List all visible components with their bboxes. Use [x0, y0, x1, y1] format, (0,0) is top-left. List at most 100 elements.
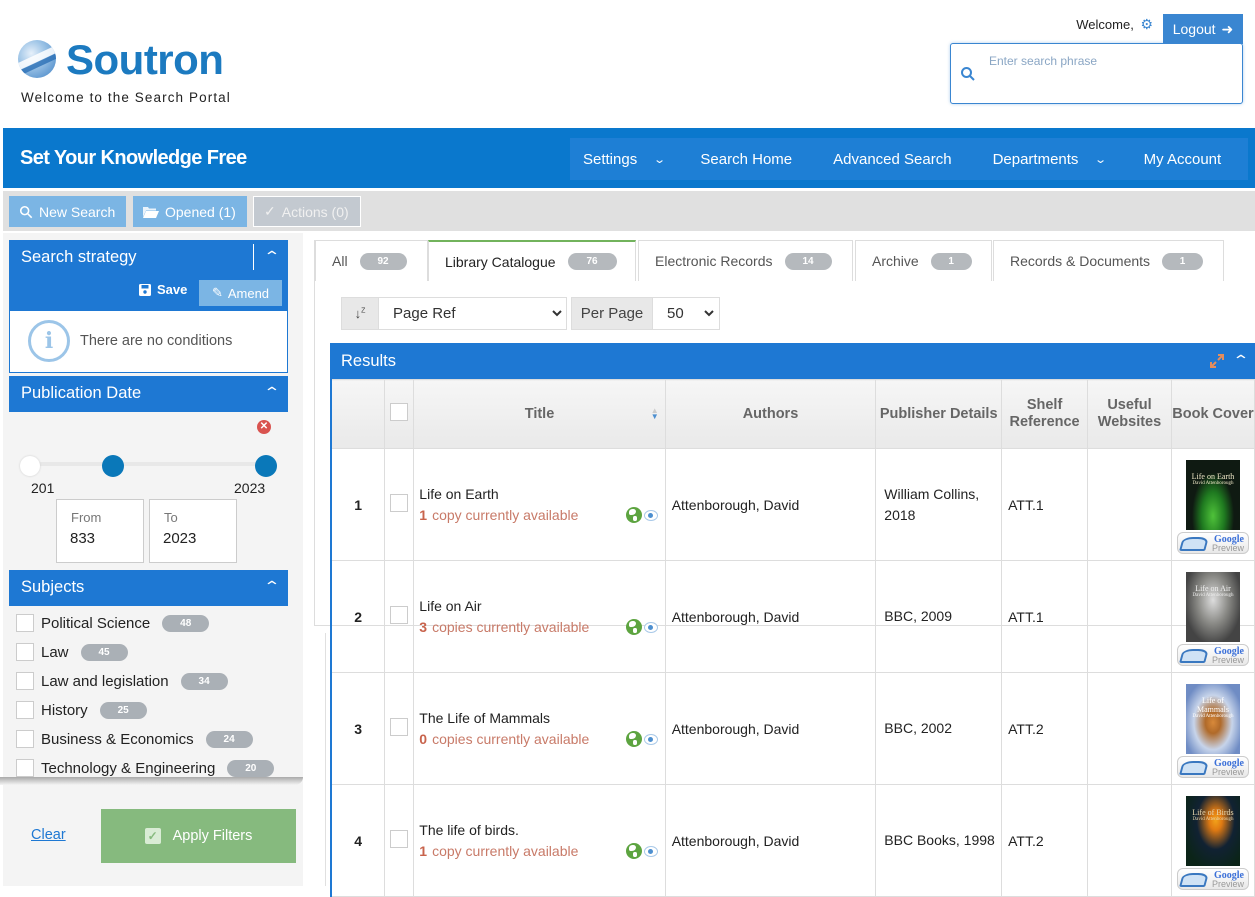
nav-item-search-home[interactable]: Search Home	[700, 151, 792, 168]
logout-button[interactable]: Logout ➜	[1163, 14, 1243, 44]
subject-item[interactable]: Political Science 48	[16, 613, 210, 633]
gear-icon[interactable]: ⚙	[1140, 16, 1153, 32]
count-badge: 25	[99, 701, 147, 719]
count-badge: 34	[180, 672, 228, 690]
date-range-slider[interactable]	[24, 462, 267, 466]
new-search-button[interactable]: New Search	[9, 196, 126, 227]
chevron-up-icon[interactable]: ⌃	[263, 578, 281, 595]
slider-from-handle[interactable]	[102, 455, 124, 477]
checkbox[interactable]	[16, 614, 34, 632]
nav-item-my-account[interactable]: My Account	[1144, 151, 1222, 168]
chevron-up-icon[interactable]: ⌃	[263, 384, 281, 401]
subject-item[interactable]: Technology & Engineering 20	[16, 758, 275, 778]
nav-item-departments[interactable]: Departments ⌄	[993, 151, 1108, 168]
record-title-link[interactable]: Life on Air	[419, 598, 664, 614]
to-field[interactable]: To	[149, 499, 237, 563]
slider-min-handle[interactable]	[20, 456, 40, 476]
row-checkbox[interactable]	[390, 494, 409, 512]
nav-item-settings[interactable]: Settings ⌄	[583, 151, 666, 168]
search-icon	[961, 67, 975, 81]
book-cover-image[interactable]: Life of Birds David Attenborough	[1185, 795, 1240, 866]
sort-icon[interactable]: ▲ ▼	[651, 407, 659, 421]
save-button[interactable]: Save	[139, 282, 187, 297]
sort-select[interactable]: Page Ref	[379, 298, 565, 329]
subject-item[interactable]: Business & Economics 24	[16, 729, 253, 749]
expand-icon[interactable]	[1209, 353, 1225, 369]
chevron-up-icon[interactable]: ⌃	[1232, 352, 1250, 369]
google-preview-button[interactable]: Google Preview	[1176, 867, 1249, 890]
row-checkbox[interactable]	[390, 606, 409, 624]
col-shelf-reference[interactable]: Shelf Reference	[1001, 379, 1089, 449]
globe-icon[interactable]	[625, 843, 642, 859]
sort-field-select[interactable]: Page Ref	[378, 297, 567, 330]
select-all-checkbox[interactable]	[390, 402, 409, 421]
book-cover-image[interactable]: Life of Mammals David Attenborough	[1185, 683, 1240, 754]
col-title[interactable]: Title ▲ ▼	[413, 379, 666, 449]
table-row[interactable]: 1 Life on Earth 1 copy currently availabl…	[330, 448, 1255, 561]
availability-text: copy currently available	[432, 843, 579, 859]
globe-icon[interactable]	[625, 731, 642, 747]
clear-filters-link[interactable]: Clear	[31, 827, 66, 843]
eye-icon[interactable]	[643, 733, 658, 745]
eye-icon[interactable]	[643, 509, 658, 521]
record-title-link[interactable]: The life of birds.	[419, 822, 664, 838]
record-title-link[interactable]: Life on Earth	[419, 486, 664, 502]
tab-archive[interactable]: Archive 1	[855, 240, 992, 281]
col-publisher[interactable]: Publisher Details	[875, 379, 1003, 449]
globe-icon[interactable]	[625, 619, 642, 635]
to-label: To	[164, 510, 178, 525]
eye-icon[interactable]	[643, 845, 658, 857]
globe-icon[interactable]	[625, 507, 642, 523]
tab-library-catalogue[interactable]: Library Catalogue 76	[428, 240, 636, 281]
per-page-dropdown[interactable]: 50	[653, 298, 717, 329]
eye-icon[interactable]	[643, 621, 658, 633]
checkbox[interactable]	[16, 672, 34, 690]
subject-item[interactable]: Law 45	[16, 642, 128, 662]
google-preview-button[interactable]: Google Preview	[1176, 531, 1249, 554]
checkbox[interactable]	[16, 759, 34, 777]
publication-date-header[interactable]: Publication Date ⌃	[9, 376, 288, 412]
col-authors[interactable]: Authors	[664, 379, 877, 449]
checkbox[interactable]	[16, 730, 34, 748]
book-cover-image[interactable]: Life on Air David Attenborough	[1185, 571, 1240, 642]
nav-item-advanced-search[interactable]: Advanced Search	[833, 151, 951, 168]
search-box[interactable]	[950, 43, 1243, 104]
apply-filters-button[interactable]: ✓ Apply Filters	[101, 809, 296, 863]
slider-to-handle[interactable]	[255, 455, 277, 477]
row-checkbox[interactable]	[390, 718, 409, 736]
row-checkbox[interactable]	[390, 830, 409, 848]
tab-records-documents[interactable]: Records & Documents 1	[993, 240, 1224, 281]
from-input[interactable]	[70, 530, 134, 547]
copies-count: 1	[419, 507, 428, 523]
table-row[interactable]: 4 The life of birds. 1 copy currently ava…	[330, 784, 1255, 897]
col-useful-websites[interactable]: Useful Websites	[1087, 379, 1172, 449]
checkbox[interactable]	[16, 701, 34, 719]
search-strategy-header[interactable]: Search strategy ⌃	[9, 240, 288, 276]
sort-direction-button[interactable]: ↓Z	[341, 297, 379, 330]
from-field[interactable]: From	[56, 499, 144, 563]
checkbox[interactable]	[16, 643, 34, 661]
subject-item[interactable]: History 25	[16, 700, 147, 720]
per-page-select[interactable]: 50	[652, 297, 720, 330]
chevron-up-icon[interactable]: ⌃	[263, 248, 281, 265]
to-input[interactable]	[163, 530, 227, 547]
table-row[interactable]: 3 The Life of Mammals 0 copies currently …	[330, 672, 1255, 785]
record-title-link[interactable]: The Life of Mammals	[419, 710, 664, 726]
google-preview-button[interactable]: Google Preview	[1176, 643, 1249, 666]
soutron-logo[interactable]: Soutron Welcome to the Search Portal	[18, 36, 258, 110]
copies-count: 0	[419, 731, 428, 747]
google-preview-button[interactable]: Google Preview	[1176, 755, 1249, 778]
range-max-label: 2023	[234, 480, 266, 496]
amend-button[interactable]: ✎ Amend	[199, 280, 282, 306]
book-cover-image[interactable]: Life on Earth David Attenborough	[1185, 459, 1240, 530]
tab-all[interactable]: All 92	[315, 240, 428, 281]
clear-date-filter-icon[interactable]: ✕	[257, 420, 271, 434]
tab-electronic-records[interactable]: Electronic Records 14	[638, 240, 853, 281]
opened-button[interactable]: Opened (1)	[133, 196, 247, 227]
table-row[interactable]: 2 Life on Air 3 copies currently availabl…	[330, 560, 1255, 673]
subject-item[interactable]: Law and legislation 34	[16, 671, 228, 691]
subjects-header[interactable]: Subjects ⌃	[9, 570, 288, 606]
preview-label: Preview	[1211, 766, 1244, 777]
search-input[interactable]	[989, 50, 1229, 72]
actions-button[interactable]: ✓ Actions (0)	[253, 196, 361, 227]
